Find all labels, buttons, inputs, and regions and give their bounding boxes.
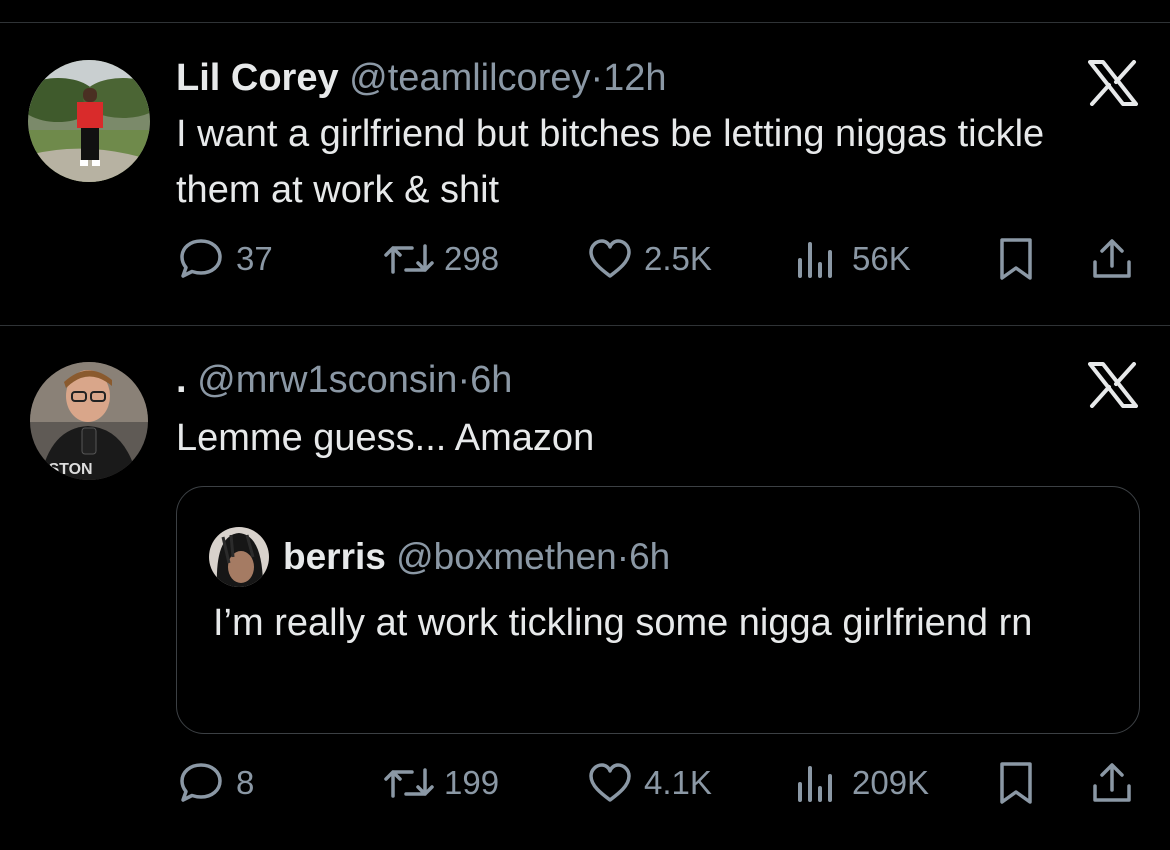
author-name[interactable]: . bbox=[176, 359, 187, 401]
tweet-divider bbox=[0, 325, 1170, 326]
avatar[interactable] bbox=[28, 60, 150, 182]
share-button[interactable] bbox=[1090, 236, 1134, 282]
tweet-header: Lil Corey @teamlilcorey·12h bbox=[176, 56, 667, 100]
bookmark-icon bbox=[996, 236, 1036, 282]
retweet-count: 298 bbox=[444, 240, 500, 277]
bookmark-button[interactable] bbox=[996, 236, 1036, 282]
tweet-text: I want a girlfriend but bitches be letti… bbox=[176, 113, 1045, 211]
reply-count: 8 bbox=[236, 764, 255, 801]
retweet-button[interactable]: 298 bbox=[382, 236, 499, 282]
timestamp[interactable]: 6h bbox=[470, 359, 512, 401]
views-count: 209K bbox=[852, 764, 930, 801]
retweet-count: 199 bbox=[444, 764, 500, 801]
separator-dot: · bbox=[457, 359, 471, 401]
x-logo-icon bbox=[1088, 60, 1138, 111]
separator-dot: · bbox=[616, 536, 630, 577]
tweet-text: Lemme guess... Amazon bbox=[176, 417, 595, 459]
action-bar: 37 298 2.5K 56K bbox=[0, 236, 1170, 286]
svg-text:ISTON: ISTON bbox=[44, 461, 93, 478]
author-handle[interactable]: @teamlilcorey bbox=[349, 57, 590, 99]
author-name[interactable]: Lil Corey bbox=[176, 57, 339, 99]
avatar[interactable] bbox=[209, 527, 269, 587]
retweet-icon bbox=[382, 760, 436, 806]
bookmark-button[interactable] bbox=[996, 760, 1036, 806]
views-button[interactable]: 209K bbox=[794, 760, 929, 806]
x-logo-icon bbox=[1088, 362, 1138, 413]
author-handle[interactable]: @boxmethen bbox=[396, 536, 617, 578]
retweet-button[interactable]: 199 bbox=[382, 760, 499, 806]
reply-bubble-icon bbox=[178, 236, 224, 282]
heart-icon bbox=[586, 760, 634, 806]
retweet-icon bbox=[382, 236, 436, 282]
like-button[interactable]: 4.1K bbox=[586, 760, 712, 806]
reply-button[interactable]: 37 bbox=[178, 236, 273, 282]
top-divider bbox=[0, 22, 1170, 23]
author-handle[interactable]: @mrw1sconsin bbox=[197, 359, 457, 401]
views-bar-icon bbox=[794, 760, 838, 806]
reply-count: 37 bbox=[236, 240, 273, 277]
avatar[interactable]: ISTON bbox=[30, 362, 148, 480]
share-button[interactable] bbox=[1090, 760, 1134, 806]
quoted-tweet-text: I’m really at work tickling some nigga g… bbox=[213, 602, 1033, 644]
action-bar: 8 199 4.1K 209K bbox=[0, 760, 1170, 810]
author-name[interactable]: berris bbox=[283, 536, 386, 578]
views-button[interactable]: 56K bbox=[794, 236, 911, 282]
views-bar-icon bbox=[794, 236, 838, 282]
reply-button[interactable]: 8 bbox=[178, 760, 254, 806]
tweet-header: . @mrw1sconsin·6h bbox=[176, 358, 512, 402]
timestamp[interactable]: 12h bbox=[603, 57, 666, 99]
quoted-tweet-header: berris @boxmethen · 6h bbox=[209, 527, 670, 587]
bookmark-icon bbox=[996, 760, 1036, 806]
like-count: 2.5K bbox=[644, 240, 712, 277]
like-button[interactable]: 2.5K bbox=[586, 236, 712, 282]
share-icon bbox=[1090, 236, 1134, 282]
views-count: 56K bbox=[852, 240, 911, 277]
quoted-tweet-card[interactable]: berris @boxmethen · 6h I’m really at work … bbox=[176, 486, 1140, 734]
separator-dot: · bbox=[590, 57, 604, 99]
reply-bubble-icon bbox=[178, 760, 224, 806]
heart-icon bbox=[586, 236, 634, 282]
timestamp[interactable]: 6h bbox=[629, 536, 670, 578]
share-icon bbox=[1090, 760, 1134, 806]
like-count: 4.1K bbox=[644, 764, 712, 801]
